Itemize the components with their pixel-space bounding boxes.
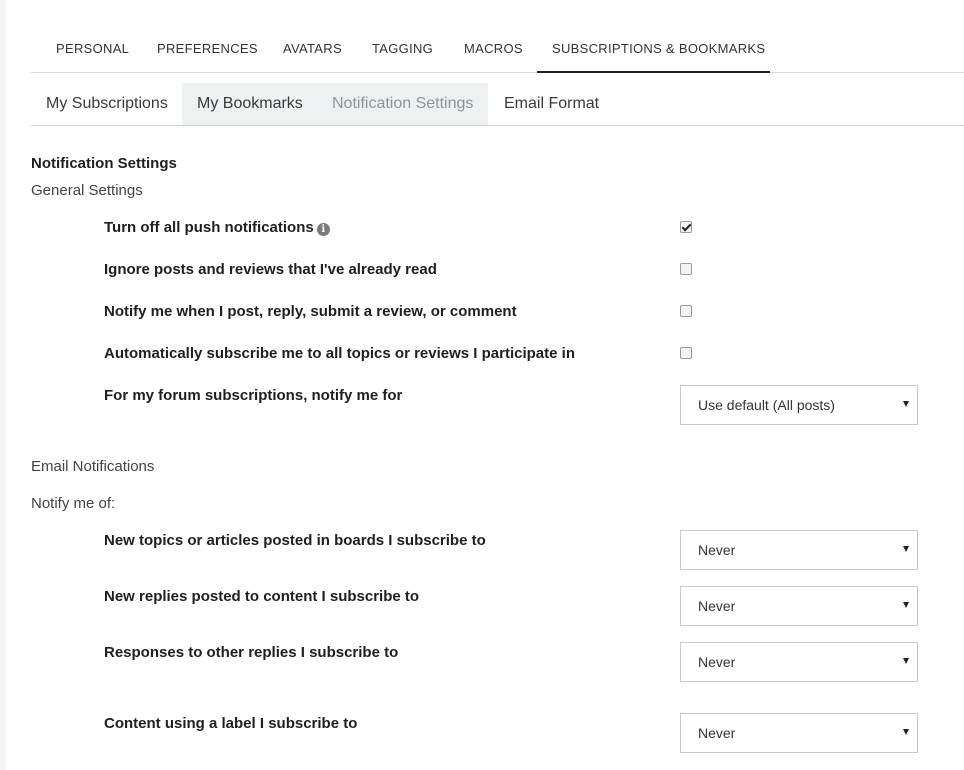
checkbox-ignore-read[interactable]	[680, 263, 692, 275]
tab-avatars[interactable]: AVATARS	[283, 41, 342, 56]
select-value: Never	[698, 598, 736, 614]
checkbox-push-off[interactable]	[680, 221, 692, 233]
label-bold: Responses to other replies	[104, 644, 297, 661]
setting-label-text: Turn off all push notifications	[104, 219, 314, 236]
label-rest: I subscribe to	[296, 644, 399, 661]
sub-tab-bar: My Subscriptions My Bookmarks Notificati…	[31, 83, 964, 126]
tab-subscriptions-bookmarks[interactable]: SUBSCRIPTIONS & BOOKMARKS	[552, 41, 765, 56]
chevron-down-icon	[903, 401, 909, 407]
select-value: Never	[698, 654, 736, 670]
general-settings-heading: General Settings	[31, 182, 143, 199]
subtab-email-format[interactable]: Email Format	[489, 83, 614, 125]
label-bold: New topics or articles	[104, 532, 260, 549]
email-label-new-topics: New topics or articles posted in boards …	[104, 532, 486, 549]
settings-page: PERSONAL PREFERENCES AVATARS TAGGING MAC…	[6, 0, 964, 770]
chevron-down-icon	[903, 546, 909, 552]
email-new-topics-select[interactable]: Never	[680, 530, 918, 570]
notify-me-of-label: Notify me of:	[31, 495, 116, 512]
label-bold: label	[221, 715, 256, 732]
setting-label-push-off: Turn off all push notifications i	[104, 219, 330, 236]
label-bold: New replies	[104, 588, 188, 605]
label-pre: Content using a	[104, 715, 222, 732]
email-label-responses: Responses to other replies I subscribe t…	[104, 644, 398, 661]
label-rest: I subscribe to	[255, 715, 358, 732]
email-label-content-select[interactable]: Never	[680, 713, 918, 753]
label-rest: posted to content I subscribe to	[187, 588, 420, 605]
checkbox-notify-own-posts[interactable]	[680, 305, 692, 317]
tab-macros[interactable]: MACROS	[464, 41, 523, 56]
setting-label-ignore-read: Ignore posts and reviews that I've alrea…	[104, 261, 437, 278]
chevron-down-icon	[903, 602, 909, 608]
active-tab-indicator	[537, 71, 770, 73]
tab-preferences[interactable]: PREFERENCES	[157, 41, 258, 56]
label-rest: posted in boards I subscribe to	[259, 532, 486, 549]
email-label-new-replies: New replies posted to content I subscrib…	[104, 588, 419, 605]
email-notifications-heading: Email Notifications	[31, 458, 155, 475]
subtab-notification-settings[interactable]: Notification Settings	[317, 83, 489, 125]
top-tab-bar: PERSONAL PREFERENCES AVATARS TAGGING MAC…	[31, 22, 964, 73]
chevron-down-icon	[903, 658, 909, 664]
forum-notify-select[interactable]: Use default (All posts)	[680, 385, 918, 425]
setting-label-auto-subscribe: Automatically subscribe me to all topics…	[104, 345, 575, 362]
email-label-label-content: Content using a label I subscribe to	[104, 715, 357, 732]
select-value: Never	[698, 542, 736, 558]
setting-label-notify-own-posts: Notify me when I post, reply, submit a r…	[104, 303, 517, 320]
chevron-down-icon	[903, 729, 909, 735]
email-responses-select[interactable]: Never	[680, 642, 918, 682]
email-new-replies-select[interactable]: Never	[680, 586, 918, 626]
setting-label-forum-subscriptions: For my forum subscriptions, notify me fo…	[104, 387, 403, 404]
section-title: Notification Settings	[31, 155, 177, 172]
subtab-my-bookmarks[interactable]: My Bookmarks	[182, 83, 318, 125]
tab-tagging[interactable]: TAGGING	[372, 41, 433, 56]
info-icon[interactable]: i	[316, 223, 330, 236]
select-value: Use default (All posts)	[698, 397, 835, 413]
subtab-my-subscriptions[interactable]: My Subscriptions	[31, 83, 183, 125]
select-value: Never	[698, 725, 736, 741]
checkbox-auto-subscribe[interactable]	[680, 347, 692, 359]
tab-personal[interactable]: PERSONAL	[56, 41, 129, 56]
